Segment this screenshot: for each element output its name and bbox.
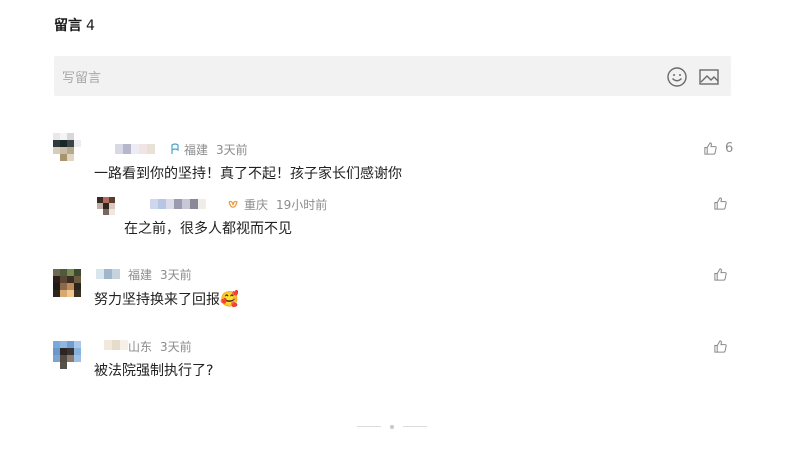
comment-time: 3天前 [160,340,192,354]
nickname-blurred[interactable] [104,340,128,350]
avatar[interactable] [97,197,115,215]
thumbs-up-icon [704,142,717,155]
comment-text: 一路看到你的坚持！真了不起！孩子家长们感谢你 [94,166,402,182]
comment-input[interactable]: 写留言 [54,56,731,96]
comment-location: 山东 [128,340,153,354]
comments-title: 留言 [54,18,82,34]
comment-meta: 福建 3天前 [170,141,248,158]
comment-location: 福建 [184,143,209,157]
comment-meta: 重庆 19小时前 [226,196,327,213]
thumbs-up-icon [714,268,727,281]
location-icon [228,200,238,208]
avatar[interactable] [53,133,81,161]
comment-text: 被法院强制执行了? [94,363,214,379]
image-icon[interactable] [698,66,720,88]
comment-text-content: 努力坚持换来了回报 [94,292,220,308]
comment-time: 3天前 [160,268,192,282]
loading-indicator [357,425,427,429]
comment-text: 努力坚持换来了回报🥰 [94,289,239,309]
like-button[interactable] [713,339,728,354]
comment-input-placeholder: 写留言 [62,71,102,86]
smiling-face-hearts-emoji: 🥰 [220,290,239,308]
avatar[interactable] [53,341,81,369]
nickname-blurred[interactable] [96,269,120,279]
loading-dot [390,425,394,429]
like-button[interactable]: 6 [703,141,733,156]
nickname-blurred[interactable] [115,144,155,154]
divider-left [357,426,381,427]
comment-location: 重庆 [244,198,269,212]
comment-meta: 福建 3天前 [128,266,192,283]
comments-count: 4 [86,18,95,34]
like-count: 6 [725,141,734,156]
location-icon [171,143,179,154]
like-button[interactable] [713,196,728,211]
comment-location: 福建 [128,268,153,282]
comment-text: 在之前，很多人都视而不见 [124,221,292,237]
emoji-icon[interactable] [666,66,688,88]
thumbs-up-icon [714,197,727,210]
comments-header: 留言 4 [54,15,95,35]
comment-time: 3天前 [216,143,248,157]
comment-time: 19小时前 [276,198,328,212]
avatar[interactable] [53,269,81,297]
thumbs-up-icon [714,340,727,353]
nickname-blurred[interactable] [150,199,206,209]
like-button[interactable] [713,267,728,282]
divider-right [403,426,427,427]
comment-meta: 山东 3天前 [128,338,192,355]
